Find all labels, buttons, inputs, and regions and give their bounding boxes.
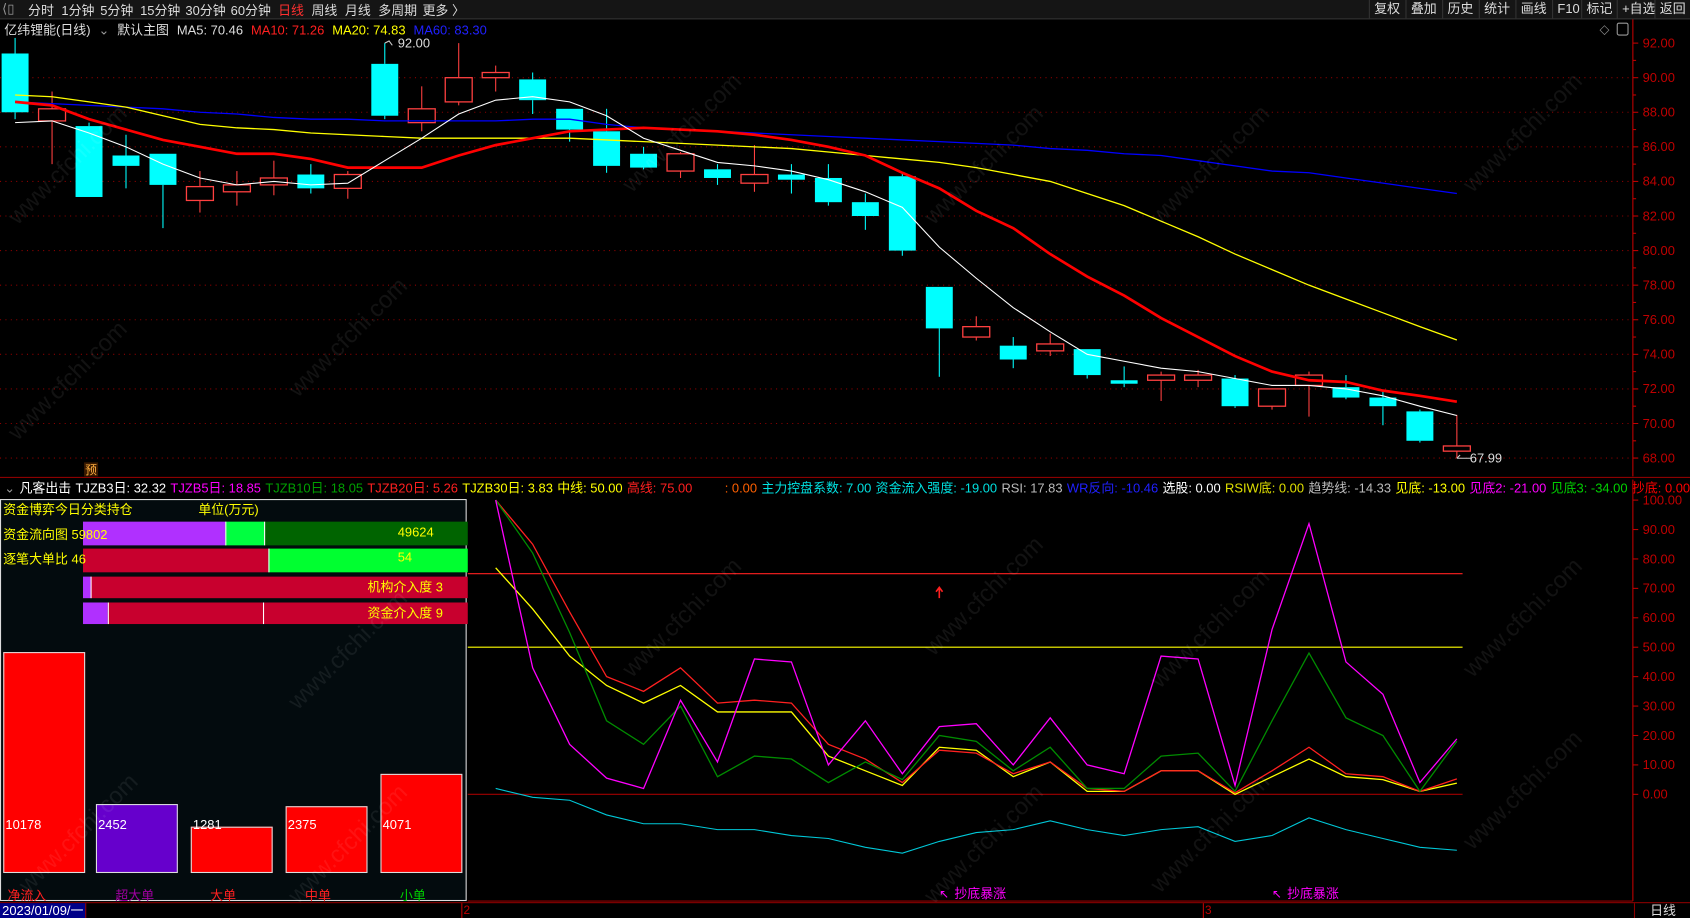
indicator-axis-label: 100.00 xyxy=(1643,492,1683,507)
up-arrow-icon xyxy=(935,586,944,599)
tjzb20-line xyxy=(495,499,1458,794)
indicator-axis-label: 10.00 xyxy=(1643,757,1675,772)
flow-right-value: 49624 xyxy=(397,524,434,540)
ratio-right-value: 54 xyxy=(397,549,413,565)
status-bar: 2023/01/09/一 2 3 日线 xyxy=(0,902,1690,918)
flow-bar-green xyxy=(225,521,265,546)
tjzb5-line xyxy=(495,499,1458,790)
unit-label: 单位(万元) xyxy=(198,502,259,518)
panel-title: 资金博弈今日分类持仓 xyxy=(3,502,133,518)
tjzb30-line xyxy=(495,567,1458,796)
stock-chart-window: ⟨▯ 分时 1分钟 5分钟 15分钟 30分钟 60分钟 日线 周线 月线 多周… xyxy=(0,0,1690,918)
capital-bar-0 xyxy=(3,652,86,874)
capital-bar-2 xyxy=(190,826,273,874)
indicator-axis-label: 50.00 xyxy=(1643,640,1675,655)
inst-label: 机构介入度 3 xyxy=(367,579,443,595)
indicator-axis-label: 70.00 xyxy=(1643,581,1675,596)
capital-bar-value: 2452 xyxy=(98,816,127,833)
indicator-axis-label: 30.00 xyxy=(1643,698,1675,713)
indicator-axis-label: 60.00 xyxy=(1643,610,1675,625)
ratio-label: 逐笔大单比 46 xyxy=(3,551,86,567)
capital-bar-value: 4071 xyxy=(382,816,412,833)
flow-label: 资金流向图 59802 xyxy=(3,527,108,543)
signal-arrow-icon: ↖ xyxy=(939,887,949,901)
flow-bar-darkgreen xyxy=(264,521,468,546)
tjzb10-line xyxy=(495,499,1458,793)
indicator-axis-label: 40.00 xyxy=(1643,669,1675,684)
cursor-date: 2023/01/09/一 xyxy=(0,903,87,918)
period-indicator[interactable]: 日线 xyxy=(1633,903,1690,918)
month-marker-3: 3 xyxy=(1202,903,1212,918)
inst-bar-purple xyxy=(82,576,91,599)
indicator-axis-label: 90.00 xyxy=(1643,522,1675,537)
month-marker-2: 2 xyxy=(461,903,470,918)
signal-label: 抄底暴涨 xyxy=(1287,886,1339,901)
ratio-bar-green xyxy=(268,548,468,573)
indicator-axis-label: 20.00 xyxy=(1643,728,1675,743)
ratio-bar-red xyxy=(82,548,269,573)
fund-label: 资金介入度 9 xyxy=(367,605,443,621)
signal-label: 抄底暴涨 xyxy=(954,886,1006,901)
fund-bar-purple xyxy=(82,602,108,625)
capital-bar-value: 1281 xyxy=(192,816,222,833)
capital-flow-panel: 资金博弈今日分类持仓 单位(万元) 资金流向图 59802 49624 逐笔大单… xyxy=(0,499,468,903)
indicator-axis-label: 0.00 xyxy=(1643,787,1668,802)
indicator-axis-label: 80.00 xyxy=(1643,551,1675,566)
capital-bar-value: 10178 xyxy=(5,816,42,833)
flow-strength-line xyxy=(495,787,1457,854)
capital-bar-value: 2375 xyxy=(287,816,317,833)
signal-arrow-icon: ↖ xyxy=(1272,887,1282,901)
capital-bar-1 xyxy=(95,804,178,874)
fund-bar-divider xyxy=(262,602,265,625)
